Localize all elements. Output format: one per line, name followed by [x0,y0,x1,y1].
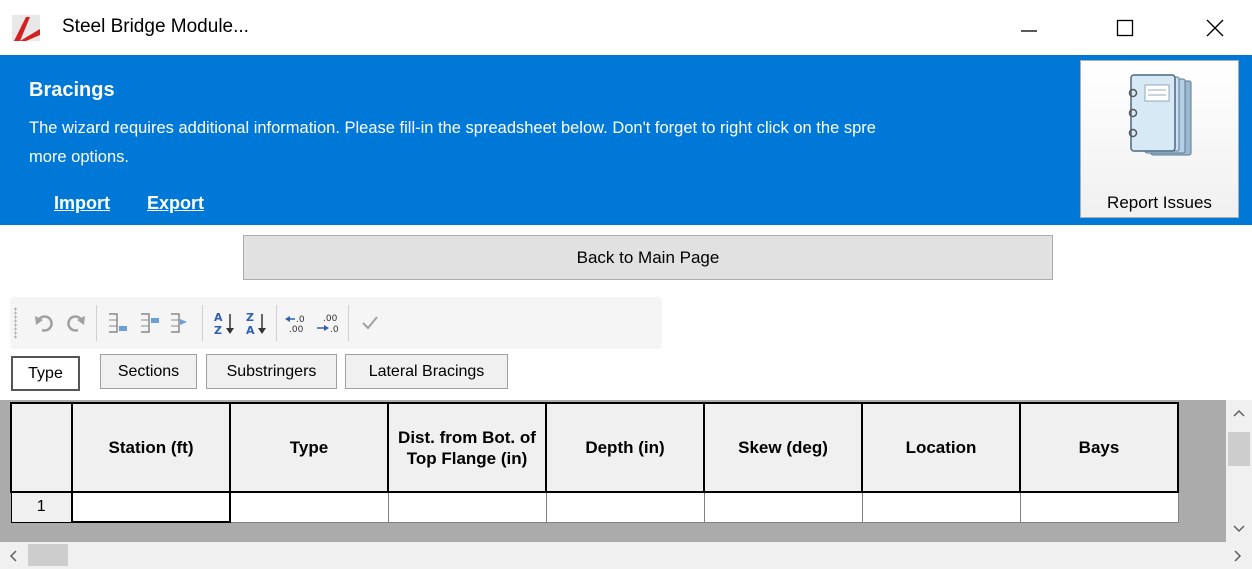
sort-descending-button[interactable]: ZA [242,309,270,337]
undo-button[interactable] [30,309,58,337]
column-header-dist-from-bot[interactable]: Dist. from Bot. of Top Flange (in) [387,402,547,493]
toolbar-grip[interactable] [14,307,17,339]
report-issues-label: Report Issues [1107,193,1212,212]
column-header-location[interactable]: Location [861,402,1021,493]
report-issues-button[interactable]: Report Issues [1080,60,1239,218]
back-to-main-button[interactable]: Back to Main Page [243,235,1053,280]
increase-decimals-button[interactable]: .00.0 [314,309,342,337]
column-header-depth[interactable]: Depth (in) [545,402,705,493]
cell-location[interactable] [861,491,1021,523]
cell-skew[interactable] [703,491,863,523]
append-row-icon [141,313,159,333]
scroll-up-icon[interactable] [1233,408,1245,418]
page-title: Bracings [29,79,115,101]
svg-text:Z: Z [246,311,254,324]
import-link[interactable]: Import [54,193,110,214]
column-header-skew[interactable]: Skew (deg) [703,402,863,493]
export-link[interactable]: Export [147,193,204,214]
sort-ascending-button[interactable]: AZ [210,309,238,337]
cell-station[interactable] [71,491,231,523]
column-header-bays[interactable]: Bays [1019,402,1179,493]
svg-text:.00: .00 [323,314,338,324]
cell-depth[interactable] [545,491,705,523]
scroll-left-icon[interactable] [8,550,18,562]
column-header-type[interactable]: Type [229,402,389,493]
svg-text:A: A [246,324,255,336]
horizontal-scrollbar[interactable] [0,542,1252,569]
column-header-station[interactable]: Station (ft) [71,402,231,493]
redo-button[interactable] [62,309,90,337]
table-row[interactable]: 1 [10,491,1179,523]
delete-row-icon [171,313,187,333]
redo-icon [67,315,85,332]
decrease-decimals-button[interactable]: .0.00 [282,309,310,337]
svg-text:A: A [214,311,223,324]
svg-text:.0: .0 [296,315,305,325]
sort-descending-icon: ZA [246,311,266,336]
close-icon [1206,19,1224,36]
cell-bays[interactable] [1019,491,1179,523]
cell-dist-from-bot[interactable] [387,491,547,523]
bracings-spreadsheet[interactable]: Station (ft) Type Dist. from Bot. of Top… [10,402,1179,523]
tab-sections[interactable]: Sections [100,354,197,389]
close-button[interactable] [1182,0,1248,55]
notebook-icon [1128,74,1192,156]
minimize-button[interactable] [996,0,1062,55]
maximize-button[interactable] [1092,0,1158,55]
corner-header[interactable] [10,402,73,493]
validate-icon [362,316,378,330]
wizard-header: Bracings The wizard requires additional … [0,55,1252,225]
title-bar: Steel Bridge Module... [0,0,1252,55]
svg-text:.0: .0 [330,325,339,335]
vertical-scrollbar[interactable] [1226,400,1252,542]
wizard-description-continued: more options. [29,148,129,166]
svg-text:.00: .00 [289,325,304,335]
svg-text:Z: Z [214,324,222,336]
maximize-icon [1116,19,1134,36]
validate-button[interactable] [356,309,384,337]
minimize-icon [1021,29,1037,32]
tab-lateral-bracings[interactable]: Lateral Bracings [345,354,508,389]
scroll-down-icon[interactable] [1233,524,1245,534]
scroll-right-icon[interactable] [1233,550,1243,562]
increase-decimals-icon: .00.0 [317,314,339,335]
wizard-description: The wizard requires additional informati… [29,119,876,137]
window-title: Steel Bridge Module... [62,16,249,37]
row-number[interactable]: 1 [10,491,73,523]
append-row-button[interactable] [135,309,163,337]
vertical-scroll-thumb[interactable] [1228,432,1250,466]
undo-icon [35,315,53,332]
tab-substringers[interactable]: Substringers [206,354,337,389]
insert-row-button[interactable] [103,309,131,337]
insert-row-icon [109,313,127,333]
horizontal-scroll-thumb[interactable] [28,544,68,566]
decrease-decimals-icon: .0.00 [285,315,305,335]
delete-row-button[interactable] [165,309,193,337]
tab-type[interactable]: Type [11,356,80,391]
cell-type[interactable] [229,491,389,523]
sort-ascending-icon: AZ [214,311,234,336]
app-logo-icon [12,15,40,41]
grid-toolbar: AZ ZA .0.00 .00.0 [10,297,662,349]
